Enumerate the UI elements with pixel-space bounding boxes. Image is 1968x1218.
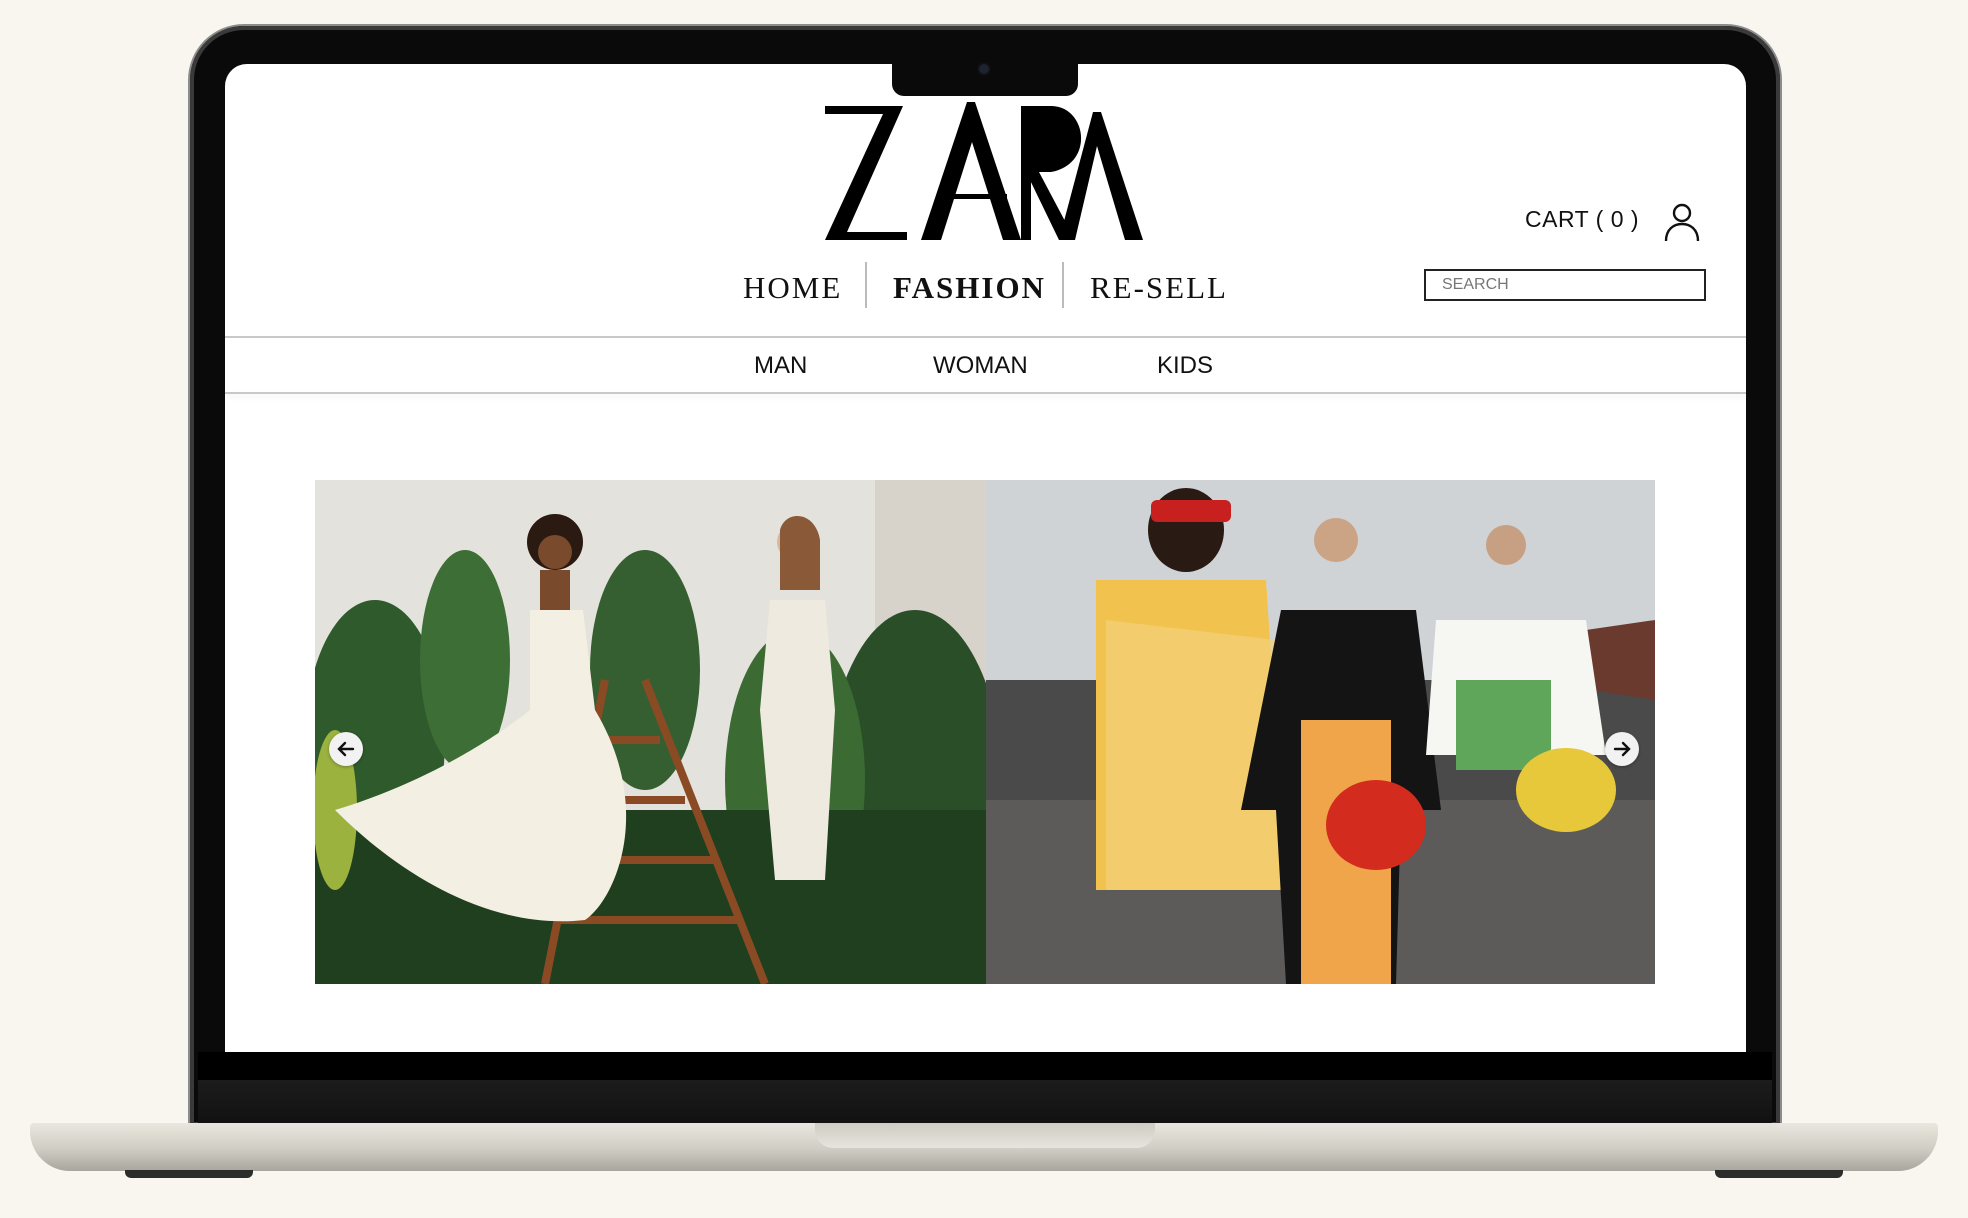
hero-carousel (315, 480, 1655, 984)
arrow-left-icon (337, 741, 355, 757)
category-woman[interactable]: WOMAN (933, 352, 1028, 380)
category-nav: MAN WOMAN KIDS (225, 338, 1746, 392)
camera-notch (892, 58, 1078, 96)
cart-link[interactable]: CART ( 0 ) (1525, 206, 1639, 233)
nav-home[interactable]: HOME (743, 270, 842, 306)
laptop-foot (1715, 1170, 1843, 1178)
nav-fashion[interactable]: FASHION (893, 270, 1046, 306)
laptop-hinge (198, 1080, 1772, 1124)
nav-separator (865, 262, 867, 308)
search-input[interactable] (1424, 269, 1706, 301)
screen-bezel (198, 1052, 1772, 1080)
carousel-next-button[interactable] (1605, 732, 1639, 766)
carousel-slide-white-dresses (315, 480, 986, 984)
arrow-right-icon (1613, 741, 1631, 757)
carousel-prev-button[interactable] (329, 732, 363, 766)
nav-separator (1062, 262, 1064, 308)
zara-logo[interactable] (825, 94, 1145, 244)
category-divider (225, 392, 1746, 394)
category-kids[interactable]: KIDS (1157, 352, 1213, 380)
browser-screen: CART ( 0 ) HOME FASHION RE-SELL MAN WOMA… (225, 64, 1746, 1052)
nav-resell[interactable]: RE-SELL (1090, 270, 1228, 306)
carousel-slide-printed-looks (986, 480, 1655, 984)
laptop-foot (125, 1170, 253, 1178)
user-account-icon[interactable] (1660, 200, 1704, 244)
webcam-icon (979, 64, 989, 74)
category-man[interactable]: MAN (754, 352, 807, 380)
trackpad-lip (815, 1123, 1155, 1148)
